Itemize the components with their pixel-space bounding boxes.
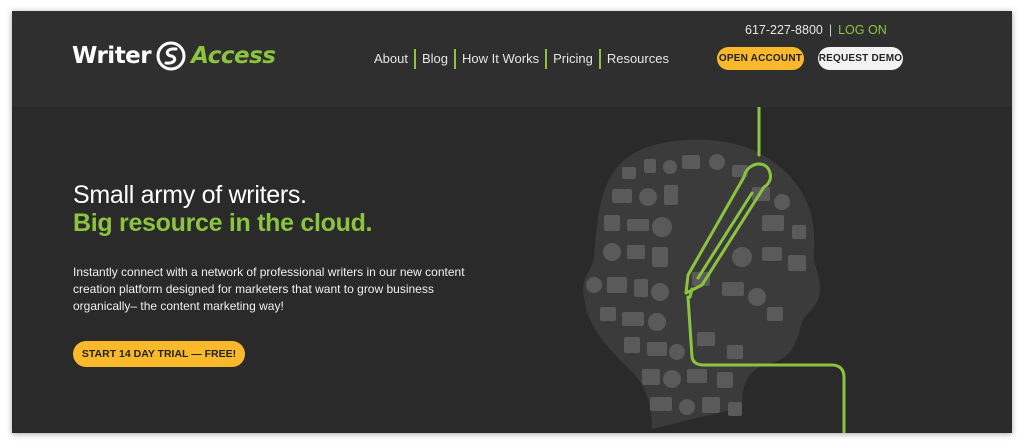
start-trial-button[interactable]: START 14 DAY TRIAL — FREE! [73,341,245,367]
browser-viewport: Writer Access About Blog How It Works Pr… [12,11,1012,433]
nav-item-pricing[interactable]: Pricing [547,49,599,69]
nav-item-about[interactable]: About [368,49,414,69]
open-account-button[interactable]: OPEN ACCOUNT [717,47,804,70]
phone-number: 617-227-8800 [745,23,823,37]
utility-separator: | [828,23,833,37]
nav-item-blog[interactable]: Blog [416,49,454,69]
logo-text-access: Access [191,43,276,69]
head-silhouette-with-pen-illustration [583,107,846,433]
request-demo-button[interactable]: REQUEST DEMO [818,47,903,70]
hero-headline-line2: Big resource in the cloud. [73,209,373,237]
hero-description: Instantly connect with a network of prof… [73,265,465,313]
utility-links: 617-227-8800 | LOG ON [745,23,887,37]
site-logo[interactable]: Writer Access [72,39,276,73]
writeraccess-swirl-icon [156,41,186,71]
login-link[interactable]: LOG ON [838,23,887,37]
logo-text-writer: Writer [72,43,152,69]
header-bar: Writer Access About Blog How It Works Pr… [12,11,1012,107]
hero-headline-line1: Small army of writers. [73,181,307,209]
main-nav: About Blog How It Works Pricing Resource… [368,49,675,69]
nav-item-how-it-works[interactable]: How It Works [456,49,545,69]
nav-item-resources[interactable]: Resources [601,49,675,69]
